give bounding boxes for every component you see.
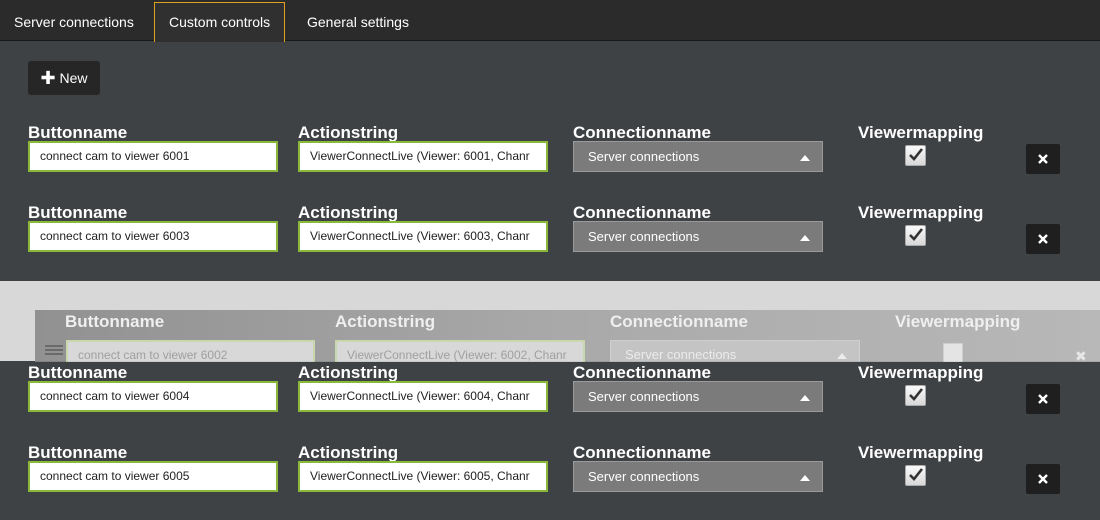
tab-general-settings[interactable]: General settings bbox=[293, 2, 423, 42]
actionstring-label: Actionstring bbox=[335, 312, 436, 331]
control-row: Buttonname Actionstring Connectionname V… bbox=[0, 202, 1100, 282]
actionstring-input[interactable]: ViewerConnectLive (Viewer: 6001, Chanr bbox=[298, 141, 548, 172]
control-row: Buttonname Actionstring Connectionname V… bbox=[0, 122, 1100, 202]
connectionname-label: Connectionname bbox=[610, 312, 748, 331]
tab-bar: Server connections Custom controls Gener… bbox=[0, 0, 1100, 42]
viewermapping-checkbox[interactable] bbox=[905, 385, 926, 406]
close-icon bbox=[1038, 393, 1048, 404]
connection-select-value: Server connections bbox=[588, 149, 700, 164]
actionstring-input[interactable]: ViewerConnectLive (Viewer: 6005, Chanr bbox=[298, 461, 548, 492]
checkmark-icon bbox=[909, 388, 924, 401]
viewermapping-label: Viewermapping bbox=[858, 443, 984, 462]
connection-select-value: Server connections bbox=[625, 347, 737, 362]
viewermapping-label: Viewermapping bbox=[895, 312, 1021, 331]
close-icon bbox=[1038, 153, 1048, 164]
chevron-up-icon bbox=[800, 235, 810, 241]
chevron-up-icon bbox=[837, 353, 847, 359]
checkmark-icon bbox=[909, 228, 924, 241]
close-icon bbox=[1038, 233, 1048, 244]
buttonname-input[interactable]: connect cam to viewer 6003 bbox=[28, 221, 278, 252]
connection-select: Server connections bbox=[610, 340, 860, 362]
new-button[interactable]: ✚ New bbox=[28, 61, 100, 95]
connection-select-value: Server connections bbox=[588, 469, 700, 484]
connection-select-value: Server connections bbox=[588, 389, 700, 404]
actionstring-input: ViewerConnectLive (Viewer: 6002, Chanr bbox=[335, 340, 585, 362]
viewermapping-label: Viewermapping bbox=[858, 363, 984, 382]
actionstring-input[interactable]: ViewerConnectLive (Viewer: 6003, Chanr bbox=[298, 221, 548, 252]
connection-select[interactable]: Server connections bbox=[573, 381, 823, 412]
close-icon bbox=[1038, 473, 1048, 484]
delete-button[interactable] bbox=[1026, 224, 1060, 254]
buttonname-input[interactable]: connect cam to viewer 6004 bbox=[28, 381, 278, 412]
checkmark-icon bbox=[909, 148, 924, 161]
viewermapping-checkbox[interactable] bbox=[905, 225, 926, 246]
drag-handle-icon[interactable] bbox=[45, 345, 63, 359]
viewermapping-label: Viewermapping bbox=[858, 203, 984, 222]
buttonname-input[interactable]: connect cam to viewer 6001 bbox=[28, 141, 278, 172]
delete-button[interactable] bbox=[1026, 384, 1060, 414]
control-row: Buttonname Actionstring Connectionname V… bbox=[0, 362, 1100, 442]
viewermapping-checkbox[interactable] bbox=[905, 465, 926, 486]
delete-button[interactable] bbox=[1026, 464, 1060, 494]
actionstring-input[interactable]: ViewerConnectLive (Viewer: 6004, Chanr bbox=[298, 381, 548, 412]
viewermapping-label: Viewermapping bbox=[858, 123, 984, 142]
connection-select[interactable]: Server connections bbox=[573, 221, 823, 252]
viewermapping-checkbox bbox=[943, 343, 963, 362]
connection-select[interactable]: Server connections bbox=[573, 461, 823, 492]
dragged-row[interactable]: Buttonname Actionstring Connectionname V… bbox=[35, 310, 1100, 362]
viewermapping-checkbox[interactable] bbox=[905, 145, 926, 166]
checkmark-icon bbox=[909, 468, 924, 481]
buttonname-input[interactable]: connect cam to viewer 6005 bbox=[28, 461, 278, 492]
buttonname-input: connect cam to viewer 6002 bbox=[66, 340, 315, 362]
delete-button[interactable] bbox=[1026, 144, 1060, 174]
chevron-up-icon bbox=[800, 475, 810, 481]
chevron-up-icon bbox=[800, 395, 810, 401]
tab-custom-controls[interactable]: Custom controls bbox=[154, 2, 286, 42]
control-row: Buttonname Actionstring Connectionname V… bbox=[0, 442, 1100, 520]
connection-select[interactable]: Server connections bbox=[573, 141, 823, 172]
connection-select-value: Server connections bbox=[588, 229, 700, 244]
plus-icon: ✚ bbox=[40, 68, 56, 88]
chevron-up-icon bbox=[800, 155, 810, 161]
buttonname-label: Buttonname bbox=[65, 312, 165, 331]
tab-server-connections[interactable]: Server connections bbox=[0, 2, 148, 42]
close-icon: ✖ bbox=[1075, 348, 1087, 362]
new-button-label: New bbox=[59, 70, 88, 86]
